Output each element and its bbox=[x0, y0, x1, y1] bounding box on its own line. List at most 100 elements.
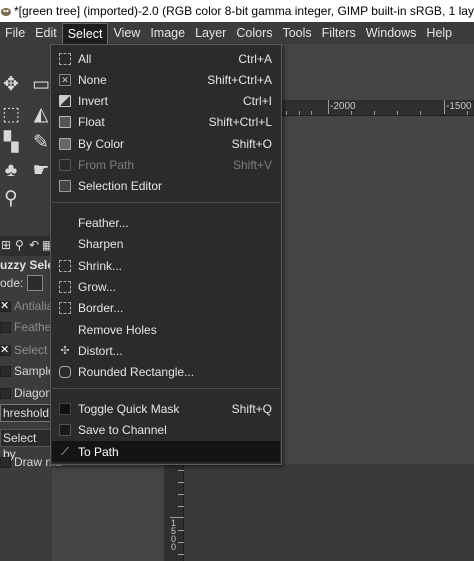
menu-item-rounded-rectangle[interactable]: Rounded Rectangle... bbox=[52, 361, 280, 382]
menu-item-selection-editor[interactable]: Selection Editor bbox=[52, 175, 280, 196]
menu-item-sharpen[interactable]: Sharpen bbox=[52, 233, 280, 254]
grow-icon bbox=[59, 280, 71, 293]
menu-item-label: Border... bbox=[78, 300, 124, 315]
menu-item-float[interactable]: Float Shift+Ctrl+L bbox=[52, 111, 280, 132]
menu-item-shortcut: Shift+Ctrl+A bbox=[207, 72, 272, 87]
shrink-icon bbox=[59, 259, 71, 272]
ruler-tick bbox=[444, 100, 445, 114]
menubar: File Edit Select View Image Layer Colors… bbox=[0, 22, 474, 44]
menu-tools[interactable]: Tools bbox=[277, 22, 316, 44]
selection-editor-icon bbox=[59, 179, 71, 192]
move-tool-icon[interactable]: ✥ bbox=[0, 74, 22, 96]
ruler-tick bbox=[374, 111, 375, 115]
menu-colors[interactable]: Colors bbox=[231, 22, 277, 44]
paint-bucket-icon[interactable]: ◭ bbox=[30, 104, 52, 126]
undo-history-tab-icon[interactable]: ↶ bbox=[29, 238, 39, 252]
menu-item-all[interactable]: All Ctrl+A bbox=[52, 48, 280, 69]
menu-item-remove-holes[interactable]: Remove Holes bbox=[52, 319, 280, 340]
text-tool-icon[interactable]: ▚ bbox=[0, 132, 22, 154]
menu-item-label: Invert bbox=[78, 93, 109, 108]
menu-select[interactable]: Select bbox=[61, 22, 109, 44]
menu-item-save-to-channel[interactable]: Save to Channel bbox=[52, 419, 280, 440]
menu-item-label: Save to Channel bbox=[78, 422, 167, 437]
menu-item-from-path: From Path Shift+V bbox=[52, 154, 280, 175]
menu-item-invert[interactable]: Invert Ctrl+I bbox=[52, 90, 280, 111]
tool-options-tabs[interactable]: ⊞ ⚲ ↶ ▦ bbox=[0, 236, 53, 256]
menu-item-shortcut: Shift+V bbox=[232, 157, 272, 172]
menu-item-shortcut: Shift+O bbox=[231, 136, 272, 151]
vertical-ruler: 1500 bbox=[164, 464, 184, 561]
device-status-tab-icon[interactable]: ⚲ bbox=[15, 238, 24, 252]
ruler-tick bbox=[467, 111, 468, 115]
feather-checkbox[interactable] bbox=[0, 321, 11, 333]
menu-item-label: From Path bbox=[78, 157, 135, 172]
menu-item-label: Toggle Quick Mask bbox=[78, 401, 180, 416]
menu-item-to-path[interactable]: ⟋ To Path bbox=[52, 441, 280, 462]
sample-merged-row[interactable]: Sample bbox=[0, 362, 55, 380]
menu-item-distort[interactable]: ✣ Distort... bbox=[52, 340, 280, 361]
menu-layer[interactable]: Layer bbox=[190, 22, 231, 44]
feather-row[interactable]: Feather bbox=[0, 318, 55, 336]
menu-item-shortcut: Ctrl+A bbox=[238, 51, 272, 66]
menu-help[interactable]: Help bbox=[421, 22, 457, 44]
save-to-channel-icon bbox=[59, 423, 71, 436]
menu-image[interactable]: Image bbox=[145, 22, 190, 44]
menu-item-shrink[interactable]: Shrink... bbox=[52, 255, 280, 276]
transform-tool-icon[interactable]: ⬚ bbox=[0, 104, 22, 126]
clone-tool-icon[interactable]: ♣ bbox=[0, 160, 22, 182]
menu-item-label: Rounded Rectangle... bbox=[78, 364, 195, 379]
select-transparent-checkbox[interactable] bbox=[0, 343, 11, 356]
menu-file[interactable]: File bbox=[0, 22, 30, 44]
menu-separator bbox=[52, 388, 280, 389]
draw-mask-checkbox[interactable] bbox=[0, 456, 11, 468]
mode-label: ode: bbox=[0, 276, 24, 290]
menu-item-label: To Path bbox=[78, 444, 119, 459]
brush-tool-icon[interactable]: ✎ bbox=[30, 132, 52, 154]
menu-item-border[interactable]: Border... bbox=[52, 297, 280, 318]
select-by-dropdown[interactable]: Select by bbox=[0, 429, 52, 461]
menu-edit[interactable]: Edit bbox=[30, 22, 62, 44]
rounded-rectangle-icon bbox=[59, 365, 71, 378]
ruler-tick bbox=[420, 111, 421, 115]
menu-item-label: Grow... bbox=[78, 279, 117, 294]
ruler-tick bbox=[328, 100, 329, 114]
menu-windows[interactable]: Windows bbox=[361, 22, 422, 44]
image-canvas[interactable] bbox=[184, 464, 474, 561]
select-menu-dropdown: All Ctrl+A ✕ None Shift+Ctrl+A Invert Ct… bbox=[50, 44, 282, 465]
menu-item-toggle-quick-mask[interactable]: Toggle Quick Mask Shift+Q bbox=[52, 398, 280, 419]
sample-merged-checkbox[interactable] bbox=[0, 365, 11, 377]
tool-options-tab-icon[interactable]: ⊞ bbox=[1, 238, 11, 252]
select-none-icon: ✕ bbox=[59, 73, 71, 86]
blank-icon bbox=[59, 238, 71, 250]
menu-item-label: All bbox=[78, 51, 92, 66]
window-title: *[green tree] (imported)-2.0 (RGB color … bbox=[14, 4, 474, 18]
menu-item-by-color[interactable]: By Color Shift+O bbox=[52, 133, 280, 154]
menu-item-none[interactable]: ✕ None Shift+Ctrl+A bbox=[52, 69, 280, 90]
menu-item-label: None bbox=[78, 72, 107, 87]
blank-icon bbox=[59, 324, 71, 336]
menu-item-shortcut: Shift+Ctrl+L bbox=[208, 114, 272, 129]
gimp-logo-icon bbox=[1, 8, 11, 16]
align-tool-icon[interactable]: ▭ bbox=[30, 74, 52, 96]
smudge-tool-icon[interactable]: ☛ bbox=[30, 160, 52, 182]
to-path-icon: ⟋ bbox=[61, 445, 69, 458]
zoom-tool-icon[interactable]: ⚲ bbox=[0, 188, 22, 210]
menu-item-label: Float bbox=[78, 114, 105, 129]
select-all-icon bbox=[59, 52, 71, 65]
antialiasing-checkbox[interactable] bbox=[0, 299, 11, 312]
border-icon bbox=[59, 301, 71, 314]
distort-icon: ✣ bbox=[60, 344, 70, 357]
by-color-icon bbox=[59, 137, 71, 150]
menu-item-feather[interactable]: Feather... bbox=[52, 212, 280, 233]
from-path-icon bbox=[59, 158, 71, 171]
menu-item-grow[interactable]: Grow... bbox=[52, 276, 280, 297]
menu-view[interactable]: View bbox=[108, 22, 145, 44]
diagonal-checkbox[interactable] bbox=[0, 387, 11, 399]
menu-item-label: Selection Editor bbox=[78, 178, 163, 193]
threshold-field[interactable]: hreshold bbox=[0, 404, 52, 422]
menu-item-label: Feather... bbox=[78, 215, 129, 230]
ruler-tick bbox=[299, 111, 300, 115]
mode-replace-icon[interactable] bbox=[27, 275, 44, 291]
menu-item-label: Distort... bbox=[78, 343, 123, 358]
menu-filters[interactable]: Filters bbox=[317, 22, 361, 44]
